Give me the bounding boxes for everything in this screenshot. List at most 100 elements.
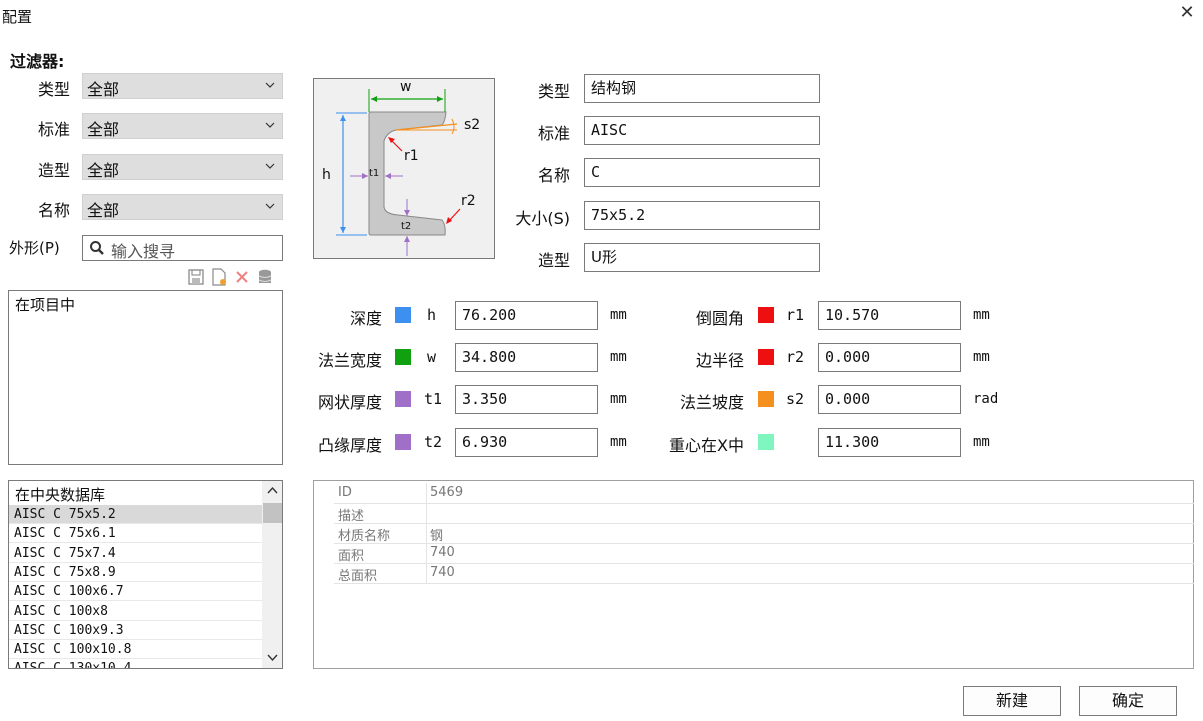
search-placeholder: 输入搜寻 — [111, 242, 176, 261]
central-db-item[interactable]: AISC C 75x8.9 — [9, 563, 262, 582]
chevron-down-icon — [265, 163, 275, 169]
dim-flange-width-label: 法兰宽度 — [317, 351, 382, 370]
dim-depth-input[interactable]: 76.200 — [455, 301, 598, 330]
dim-flange-thickness-unit: mm — [610, 434, 627, 450]
dim-depth-symbol: h — [427, 306, 437, 324]
dim-edge-radius-label: 边半径 — [695, 351, 744, 370]
dim-web-thickness-swatch — [395, 391, 411, 407]
dim-flange-width-unit: mm — [610, 349, 627, 365]
filter-title: 过滤器: — [10, 52, 65, 71]
filter-shape-dropdown[interactable]: 全部 — [82, 154, 283, 180]
diagram-label-w: w — [400, 79, 412, 95]
property-row: 总面积 740 — [334, 563, 1194, 584]
info-type-field[interactable]: 结构钢 — [584, 74, 820, 103]
diagram-label-t2: t2 — [401, 221, 412, 232]
ok-button[interactable]: 确定 — [1079, 686, 1177, 716]
dim-centroid-x-input[interactable]: 11.300 — [818, 428, 961, 457]
info-standard-label: 标准 — [537, 124, 570, 143]
chevron-down-icon — [265, 122, 275, 128]
central-db-item[interactable]: AISC C 100x9.3 — [9, 621, 262, 640]
filter-name-dropdown[interactable]: 全部 — [82, 194, 283, 220]
filter-name-value: 全部 — [87, 201, 120, 220]
dim-flange-slope-swatch — [758, 391, 774, 407]
filter-standard-label: 标准 — [37, 120, 70, 139]
central-db-item[interactable]: AISC C 100x8 — [9, 602, 262, 621]
central-db-item[interactable]: AISC C 100x6.7 — [9, 582, 262, 602]
dim-centroid-x-swatch — [758, 434, 774, 450]
diagram-label-s2: s2 — [464, 117, 481, 133]
central-db-item[interactable]: AISC C 100x10.8 — [9, 640, 262, 660]
dim-edge-radius-unit: mm — [973, 349, 990, 365]
dim-centroid-x-label: 重心在X中 — [669, 436, 744, 455]
dim-web-thickness-unit: mm — [610, 391, 627, 407]
property-row: 材质名称 钢 — [334, 523, 1194, 544]
new-button[interactable]: 新建 — [963, 686, 1061, 716]
filter-name-label: 名称 — [37, 201, 70, 220]
delete-icon[interactable] — [233, 268, 251, 286]
info-shape-label: 造型 — [537, 251, 570, 270]
dim-fillet-symbol: r1 — [786, 306, 805, 324]
info-name-field[interactable]: C — [584, 158, 820, 187]
info-shape-field[interactable]: U形 — [584, 243, 820, 272]
dim-flange-slope-unit: rad — [973, 391, 999, 407]
filter-shape-label: 造型 — [37, 161, 70, 180]
central-db-item[interactable]: AISC C 75x6.1 — [9, 524, 262, 544]
save-icon[interactable] — [187, 268, 205, 286]
filter-standard-dropdown[interactable]: 全部 — [82, 113, 283, 139]
dim-fillet-input[interactable]: 10.570 — [818, 301, 961, 330]
property-key: 描述 — [338, 509, 365, 524]
info-size-field[interactable]: 75x5.2 — [584, 201, 820, 230]
dim-flange-thickness-label: 凸缘厚度 — [317, 436, 382, 455]
central-db-list[interactable]: 在中央数据库 AISC C 75x5.2 AISC C 75x6.1 AISC C … — [8, 480, 283, 669]
central-db-item[interactable]: AISC C 75x5.2 — [9, 505, 262, 524]
scrollbar[interactable] — [262, 481, 282, 668]
property-value: 740 — [430, 565, 455, 580]
diagram-label-r2: r2 — [461, 193, 476, 209]
chevron-down-icon — [265, 203, 275, 209]
new-file-icon[interactable] — [210, 268, 228, 286]
dim-web-thickness-label: 网状厚度 — [317, 393, 382, 412]
info-name-label: 名称 — [537, 166, 570, 185]
filter-type-label: 类型 — [37, 80, 70, 99]
scrollbar-thumb[interactable] — [263, 503, 282, 523]
channel-section-diagram: w h s2 r1 r2 t1 t2 — [313, 78, 495, 259]
dim-fillet-unit: mm — [973, 307, 990, 323]
properties-grid[interactable]: ID 5469 描述 材质名称 钢 面积 740 总面积 740 — [313, 480, 1194, 669]
filter-shape-value: 全部 — [87, 161, 120, 180]
property-value: 钢 — [430, 529, 444, 544]
central-db-header: 在中央数据库 — [15, 486, 106, 504]
info-type-label: 类型 — [537, 82, 570, 101]
dim-flange-width-input[interactable]: 34.800 — [455, 343, 598, 372]
info-standard-field[interactable]: AISC — [584, 116, 820, 145]
dim-flange-slope-symbol: s2 — [786, 390, 805, 408]
dim-edge-radius-input[interactable]: 0.000 — [818, 343, 961, 372]
central-db-item[interactable]: AISC C 75x7.4 — [9, 544, 262, 563]
dim-centroid-x-unit: mm — [973, 434, 990, 450]
chevron-down-icon — [265, 82, 275, 88]
project-list[interactable]: 在项目中 — [8, 290, 283, 465]
dim-flange-width-symbol: w — [427, 348, 437, 366]
dim-fillet-label: 倒圆角 — [695, 309, 744, 328]
close-icon[interactable]: ✕ — [1176, 2, 1198, 24]
search-input[interactable]: 输入搜寻 — [82, 235, 283, 261]
dim-flange-slope-input[interactable]: 0.000 — [818, 385, 961, 414]
dim-depth-label: 深度 — [349, 309, 382, 328]
property-row: 面积 740 — [334, 543, 1194, 564]
chevron-down-icon[interactable] — [266, 653, 279, 663]
property-key: ID — [338, 485, 352, 500]
info-size-label: 大小(S) — [515, 209, 570, 228]
property-value: 740 — [430, 545, 455, 560]
filter-standard-value: 全部 — [87, 120, 120, 139]
dim-flange-thickness-input[interactable]: 6.930 — [455, 428, 598, 457]
central-db-item[interactable]: AISC C 130x10.4 — [9, 659, 262, 668]
filter-type-dropdown[interactable]: 全部 — [82, 73, 283, 99]
chevron-up-icon[interactable] — [266, 485, 279, 495]
property-key: 总面积 — [338, 569, 378, 584]
dim-web-thickness-input[interactable]: 3.350 — [455, 385, 598, 414]
property-key: 材质名称 — [338, 529, 391, 544]
property-value: 5469 — [430, 485, 464, 500]
database-icon[interactable] — [256, 268, 274, 286]
search-label: 外形(P) — [9, 239, 60, 257]
project-list-header: 在项目中 — [15, 296, 76, 314]
filter-type-value: 全部 — [87, 80, 120, 99]
